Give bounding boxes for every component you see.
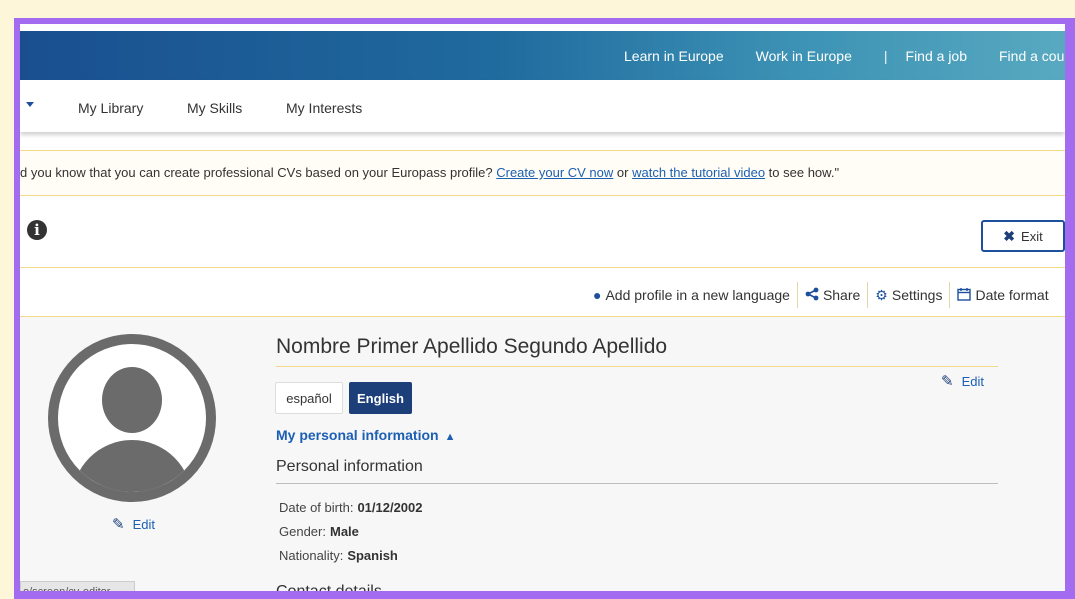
nav-find-a-job[interactable]: Find a job <box>906 48 967 64</box>
name-divider <box>276 366 998 367</box>
pencil-icon: ✎ <box>941 373 954 390</box>
notice-text-before: d you know that you can create professio… <box>20 165 497 180</box>
date-format-button[interactable]: Date format <box>950 282 1055 308</box>
subnav-my-skills[interactable]: My Skills <box>187 100 242 116</box>
profile-name: Nombre Primer Apellido Segundo Apellido <box>276 335 668 358</box>
profile-edit-label: Edit <box>961 373 984 389</box>
chevron-up-icon: ▲ <box>444 431 456 443</box>
profile-edit-button[interactable]: ✎ Edit <box>941 372 984 390</box>
dropdown-caret-icon[interactable] <box>26 102 34 107</box>
nav-work-in-europe[interactable]: Work in Europe <box>756 48 852 64</box>
secondary-nav: My Library My Skills My Interests <box>20 80 1065 132</box>
create-cv-link[interactable]: Create your CV now <box>496 165 613 180</box>
outer-frame-right <box>1065 18 1075 599</box>
notice-text-middle: or <box>613 165 633 180</box>
subnav-my-interests[interactable]: My Interests <box>286 100 362 116</box>
section-divider <box>276 483 998 484</box>
close-icon: ✖ <box>1003 227 1016 244</box>
share-button[interactable]: Share <box>798 282 869 308</box>
share-label: Share <box>822 287 861 303</box>
gear-icon: ⚙ <box>875 286 888 303</box>
photo-edit-button[interactable]: ✎ Edit <box>112 515 155 533</box>
nav-learn-in-europe[interactable]: Learn in Europe <box>624 48 724 64</box>
date-format-label: Date format <box>975 287 1049 303</box>
subnav-my-library[interactable]: My Library <box>78 100 143 116</box>
share-icon <box>805 287 819 304</box>
cv-notice-banner: d you know that you can create professio… <box>20 150 1065 196</box>
avatar[interactable] <box>48 334 216 502</box>
field-label: Gender: <box>279 524 326 539</box>
info-icon[interactable]: i <box>27 220 47 240</box>
personal-info-toggle[interactable]: My personal information ▲ <box>276 427 455 443</box>
avatar-head-shape <box>102 367 162 433</box>
pencil-icon: ✎ <box>112 516 125 533</box>
top-nav: Learn in Europe Work in Europe | Find a … <box>624 48 1065 64</box>
site-top-banner: Learn in Europe Work in Europe | Find a … <box>20 31 1065 80</box>
notice-text-after: to see how." <box>765 165 840 180</box>
status-url-preview: o/screen/cv-editor <box>20 581 135 591</box>
photo-edit-label: Edit <box>132 516 155 532</box>
field-value: Spanish <box>347 548 398 563</box>
language-tab-spanish[interactable]: español <box>275 382 343 414</box>
field-nationality: Nationality: Spanish <box>279 548 398 563</box>
contact-details-heading: Contact details <box>276 583 382 591</box>
language-tab-english[interactable]: English <box>349 382 412 414</box>
browser-viewport: Learn in Europe Work in Europe | Find a … <box>14 18 1065 591</box>
settings-label: Settings <box>891 287 943 303</box>
exit-button[interactable]: ✖ Exit <box>981 220 1065 252</box>
field-date-of-birth: Date of birth: 01/12/2002 <box>279 500 423 515</box>
calendar-icon <box>957 287 972 304</box>
field-label: Date of birth: <box>279 500 354 515</box>
personal-info-toggle-label: My personal information <box>276 427 439 443</box>
field-label: Nationality: <box>279 548 344 563</box>
globe-icon: ● <box>593 287 602 303</box>
field-value: 01/12/2002 <box>357 500 423 515</box>
nav-separator: | <box>883 48 888 64</box>
field-gender: Gender: Male <box>279 524 359 539</box>
tutorial-video-link[interactable]: watch the tutorial video <box>632 165 765 180</box>
profile-toolbar: ● Add profile in a new language Share ⚙ … <box>586 282 1056 308</box>
section-title: Personal information <box>276 458 423 475</box>
settings-button[interactable]: ⚙ Settings <box>868 282 951 308</box>
add-language-button[interactable]: ● Add profile in a new language <box>586 282 798 308</box>
exit-label: Exit <box>1021 228 1043 244</box>
nav-find-a-course[interactable]: Find a course <box>999 48 1065 64</box>
header-divider <box>20 267 1065 268</box>
add-language-label: Add profile in a new language <box>605 287 790 303</box>
field-value: Male <box>329 524 359 539</box>
